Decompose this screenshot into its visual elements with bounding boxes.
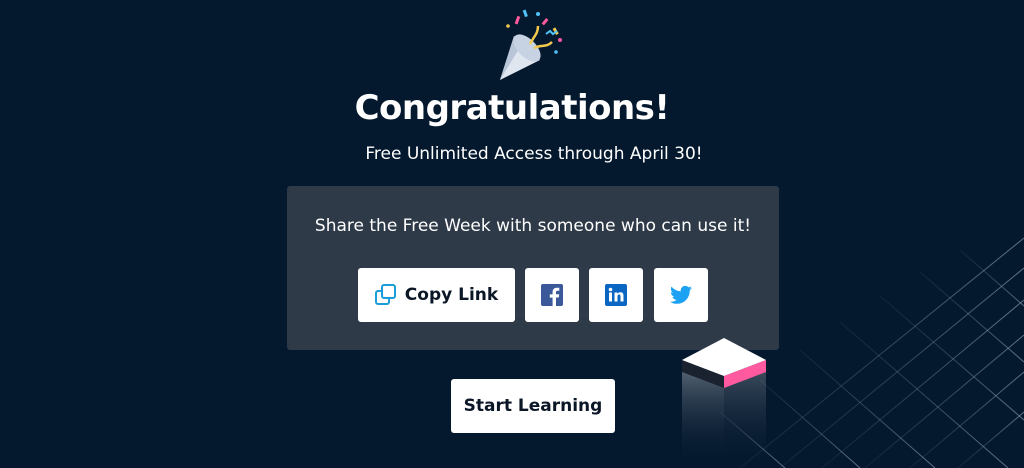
linkedin-icon <box>605 284 627 306</box>
start-learning-button[interactable]: Start Learning <box>451 379 615 433</box>
decorative-cube <box>682 338 766 468</box>
page-subtitle: Free Unlimited Access through April 30! <box>365 144 703 164</box>
share-twitter-button[interactable] <box>654 268 708 322</box>
copy-link-button[interactable]: Copy Link <box>358 268 515 322</box>
facebook-icon <box>541 284 563 306</box>
twitter-icon <box>670 285 692 304</box>
copy-link-label: Copy Link <box>404 285 499 305</box>
share-facebook-button[interactable] <box>525 268 579 322</box>
share-linkedin-button[interactable] <box>589 268 643 322</box>
page-title: Congratulations! <box>354 88 670 128</box>
share-prompt: Share the Free Week with someone who can… <box>314 216 752 236</box>
party-popper-icon <box>500 9 562 80</box>
copy-link-icon <box>374 284 396 305</box>
share-card: Share the Free Week with someone who can… <box>287 186 779 350</box>
